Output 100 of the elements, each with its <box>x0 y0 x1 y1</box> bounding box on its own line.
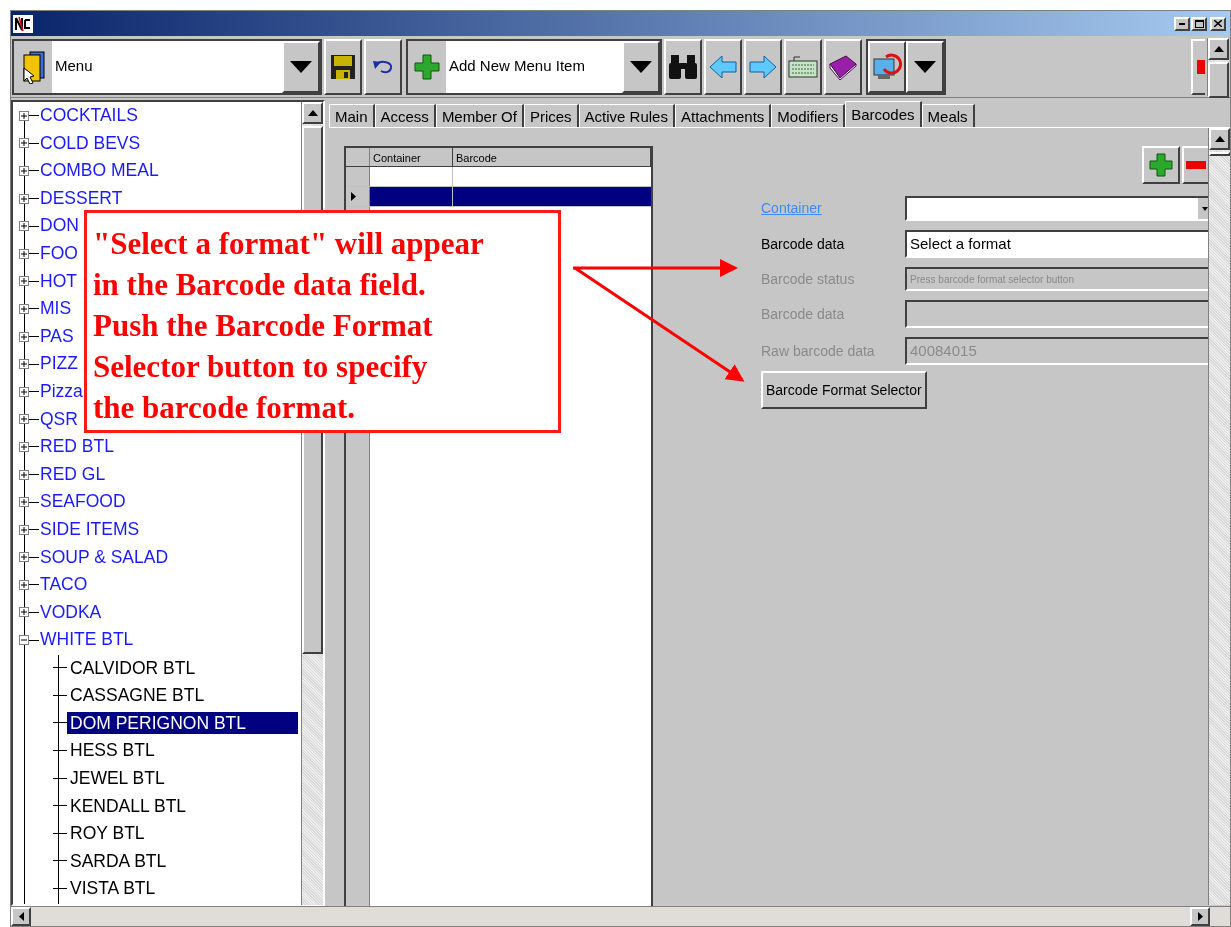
expand-icon[interactable] <box>19 303 29 314</box>
scroll-right-button[interactable] <box>1190 907 1210 926</box>
expand-icon[interactable] <box>19 193 29 204</box>
caret-icon <box>630 60 652 73</box>
stop-button[interactable] <box>1191 38 1205 95</box>
previous-button[interactable] <box>704 38 742 95</box>
minimize-icon <box>1179 22 1185 25</box>
dropdown-button[interactable] <box>622 40 660 93</box>
tab[interactable]: Main <box>329 104 375 127</box>
horizontal-scrollbar[interactable] <box>11 906 1230 926</box>
minimize-button[interactable] <box>1174 16 1190 31</box>
expand-icon[interactable] <box>19 248 29 259</box>
find-button[interactable] <box>664 38 702 95</box>
expand-icon[interactable] <box>19 497 29 508</box>
tree-item[interactable]: SARDA BTL <box>67 849 170 872</box>
tree-item[interactable]: JEWEL BTL <box>67 767 168 790</box>
tree-item[interactable]: HOT <box>39 272 78 291</box>
tree-item[interactable]: ROY BTL <box>67 822 148 845</box>
add-item-combo[interactable]: Add New Menu Item <box>406 38 662 95</box>
tree-item[interactable]: TACO <box>39 576 89 594</box>
collapse-icon[interactable] <box>19 635 29 646</box>
tree-item[interactable]: WHITE BTL <box>39 631 135 649</box>
callout-text: "Select a format" will appear in the Barcode data field. Push the Barcode Format Selector button to specify the barcode format. <box>93 225 485 427</box>
barcode-format-selector-button[interactable]: Barcode Format Selector <box>761 371 927 409</box>
expand-icon[interactable] <box>19 469 29 480</box>
tree-item[interactable]: COLD BEVS <box>39 134 142 153</box>
expand-icon[interactable] <box>19 276 29 287</box>
expand-icon[interactable] <box>19 331 29 342</box>
tree-item[interactable]: DON <box>39 217 80 235</box>
scroll-left-button[interactable] <box>11 907 31 926</box>
text-field[interactable]: Select a format <box>905 230 1208 258</box>
keyboard-button[interactable] <box>784 38 822 95</box>
tab[interactable]: Meals <box>921 104 975 127</box>
tree-item[interactable]: COMBO MEAL <box>39 162 160 180</box>
expand-icon[interactable] <box>19 524 29 535</box>
up-arrow-icon <box>1213 45 1224 52</box>
tab[interactable]: Access <box>374 104 436 127</box>
expand-icon[interactable] <box>19 166 29 176</box>
help-button[interactable] <box>824 38 862 95</box>
save-button[interactable] <box>324 38 362 95</box>
maximize-button[interactable] <box>1191 16 1207 31</box>
expand-icon[interactable] <box>19 552 29 563</box>
expand-icon[interactable] <box>19 359 29 370</box>
tree-item[interactable]: CALVIDOR BTL <box>67 656 199 679</box>
tab[interactable]: Modifiers <box>771 104 846 127</box>
grid-row[interactable] <box>346 187 651 207</box>
dropdown-button[interactable] <box>906 40 944 93</box>
expand-icon[interactable] <box>19 138 29 149</box>
tree-item[interactable]: DOM PERIGNON BTL <box>67 711 298 734</box>
tab[interactable]: Member Of <box>435 104 524 127</box>
left-arrow-icon <box>18 912 24 921</box>
menu-combo[interactable]: Menu <box>12 38 322 95</box>
tree-item[interactable]: COCKTAILS <box>39 107 139 125</box>
tree-item[interactable]: Pizza <box>39 383 84 401</box>
tree-item[interactable]: VISTA BTL <box>67 877 159 900</box>
tab[interactable]: Active Rules <box>578 104 675 127</box>
tab[interactable]: Prices <box>523 104 579 127</box>
tab[interactable]: Attachments <box>674 104 772 127</box>
container-dropdown[interactable] <box>905 196 1208 221</box>
tree-item[interactable]: QSR <box>39 410 79 429</box>
right-arrow-icon <box>1197 912 1203 921</box>
tree-item[interactable]: RED BTL <box>39 438 115 456</box>
expand-icon[interactable] <box>19 579 29 590</box>
tree-item[interactable]: PAS <box>39 327 75 346</box>
tree-item[interactable]: KENDALL BTL <box>67 794 190 817</box>
column-header[interactable]: Barcode <box>453 148 651 166</box>
tree-item[interactable]: SIDE ITEMS <box>39 520 141 539</box>
tree-item[interactable]: DESSERT <box>39 189 124 208</box>
tree-item[interactable]: FOO <box>39 245 79 263</box>
remove-button[interactable] <box>1182 146 1208 184</box>
tree-item[interactable]: MIS <box>39 300 73 318</box>
keyboard-icon <box>788 54 818 79</box>
current-row-icon <box>351 192 356 201</box>
undo-icon <box>372 58 394 75</box>
expand-icon[interactable] <box>19 607 29 618</box>
close-button[interactable] <box>1210 16 1226 31</box>
tree-item[interactable]: RED GL <box>39 465 107 484</box>
sync-button[interactable] <box>868 40 906 93</box>
tab[interactable]: Barcodes <box>845 101 922 127</box>
tree-item[interactable]: VODKA <box>39 603 103 622</box>
tree-item[interactable]: CASSAGNE BTL <box>67 684 208 707</box>
window-scrollbar[interactable] <box>1208 128 1230 905</box>
tree-item[interactable]: SOUP & SALAD <box>39 548 170 567</box>
add-button[interactable] <box>1142 146 1180 184</box>
expand-icon[interactable] <box>19 441 29 452</box>
caret-icon <box>1202 206 1208 211</box>
expand-icon[interactable] <box>19 414 29 425</box>
column-header[interactable]: Container <box>370 148 453 166</box>
expand-icon[interactable] <box>19 386 29 397</box>
undo-button[interactable] <box>364 38 402 95</box>
tree-item[interactable]: SEAFOOD <box>39 493 127 511</box>
dropdown-button[interactable] <box>282 40 320 93</box>
up-arrow-icon <box>307 110 318 116</box>
tree-item[interactable]: PIZZ <box>39 355 79 373</box>
field-label: Barcode status <box>761 269 856 289</box>
expand-icon[interactable] <box>19 110 29 121</box>
next-button[interactable] <box>744 38 782 95</box>
expand-icon[interactable] <box>19 221 29 232</box>
window-scrollbar-top[interactable] <box>1207 37 1229 96</box>
tree-item[interactable]: HESS BTL <box>67 739 158 762</box>
